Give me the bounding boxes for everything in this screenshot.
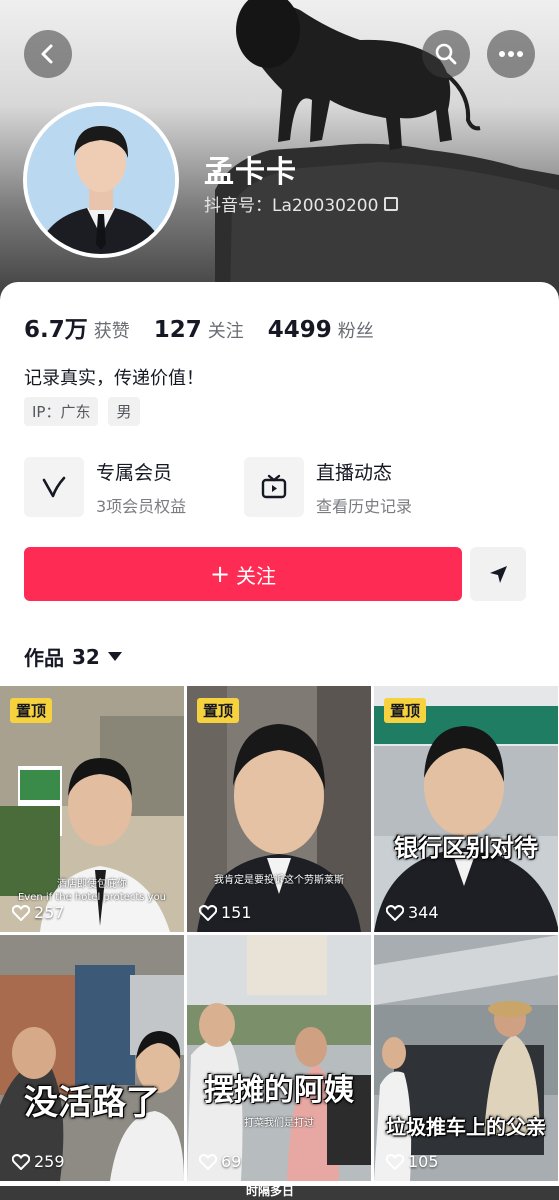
- video-tile[interactable]: 摆摊的阿姨 打菜我们是打过 69: [187, 935, 371, 1181]
- stat-value: 127: [153, 317, 202, 343]
- like-count: 344: [386, 903, 439, 922]
- video-overlay-title: 摆摊的阿姨: [204, 1073, 354, 1108]
- video-overlay-title: 银行区别对待: [394, 834, 538, 862]
- douyin-id-text: 抖音号：La20030200: [204, 196, 379, 216]
- send-arrow-icon: [490, 566, 507, 583]
- pinned-badge: 置顶: [10, 698, 53, 723]
- video-tile[interactable]: 置顶 银行区别对待 344: [374, 686, 558, 932]
- chevron-left-icon: [41, 44, 53, 64]
- works-tab[interactable]: 作品 32: [24, 642, 122, 671]
- stat-likes[interactable]: 6.7万 获赞: [24, 310, 130, 344]
- stat-value: 6.7万: [24, 317, 88, 343]
- works-label: 作品: [24, 646, 64, 670]
- stat-value: 4499: [267, 317, 332, 343]
- bio-text: 记录真实，传递价值！: [24, 368, 204, 389]
- back-button[interactable]: [24, 30, 72, 78]
- like-count-value: 69: [221, 1152, 242, 1171]
- v-member-icon: [24, 457, 84, 517]
- stat-label: 获赞: [93, 321, 130, 342]
- plus-icon: +: [209, 560, 231, 588]
- tv-play-icon: [244, 457, 304, 517]
- video-overlay-title: 垃圾推车上的父亲: [386, 1115, 546, 1139]
- like-count-value: 259: [34, 1152, 65, 1171]
- video-thumbnail: [187, 935, 371, 1181]
- member-entry-text: 专属会员 3项会员权益: [96, 458, 186, 517]
- like-count: 259: [12, 1152, 65, 1171]
- video-tile[interactable]: 置顶 酒店即使包庇你 Even if the hotel protects yo…: [0, 686, 184, 932]
- share-button[interactable]: [470, 547, 526, 601]
- video-tile[interactable]: 置顶 我肯定是要投诉这个劳斯莱斯 151: [187, 686, 371, 932]
- profile-tags: IP：广东 男: [24, 397, 140, 426]
- search-icon: [435, 43, 457, 65]
- follow-label: 关注: [236, 563, 277, 588]
- stat-label: 关注: [207, 321, 244, 342]
- more-button[interactable]: [487, 30, 535, 78]
- like-count: 257: [12, 903, 65, 922]
- stat-following[interactable]: 127 关注: [154, 317, 244, 343]
- follow-button[interactable]: + 关注: [24, 547, 462, 601]
- member-subtitle: 3项会员权益: [96, 496, 187, 516]
- stat-label: 粉丝: [337, 321, 374, 342]
- video-tile[interactable]: 垃圾推车上的父亲 105: [374, 935, 558, 1181]
- pinned-badge: 置顶: [197, 698, 240, 723]
- next-row-text: 时隔多日: [246, 1184, 295, 1198]
- v-member-icon-glyph: [42, 476, 66, 498]
- tv-play-icon-glyph: [261, 474, 287, 499]
- avatar-portrait-image: [27, 106, 175, 254]
- search-button[interactable]: [422, 30, 470, 78]
- video-subtitle: 我肯定是要投诉这个劳斯莱斯: [214, 875, 344, 886]
- profile-cover: 孟卡卡 抖音号：La20030200: [0, 0, 559, 300]
- stat-followers[interactable]: 4499 粉丝: [268, 317, 374, 343]
- like-count-value: 151: [221, 903, 252, 922]
- like-count: 151: [199, 903, 252, 922]
- live-history-entry[interactable]: 直播动态 查看历史记录: [244, 457, 412, 517]
- heart-outline-icon: [199, 904, 217, 921]
- video-subtitle: 打菜我们是打过: [244, 1118, 314, 1129]
- heart-outline-icon: [199, 1153, 217, 1170]
- video-overlay-title: 没活路了: [24, 1083, 160, 1123]
- heart-outline-icon: [386, 1153, 404, 1170]
- like-count-value: 257: [34, 903, 65, 922]
- like-count: 105: [386, 1152, 439, 1171]
- heart-outline-icon: [12, 904, 30, 921]
- nickname: 孟卡卡: [204, 155, 297, 190]
- ip-location-tag: IP：广东: [24, 397, 99, 426]
- heart-outline-icon: [12, 1153, 30, 1170]
- like-count-value: 344: [408, 903, 439, 922]
- video-subtitle: 酒店即使包庇你 Even if the hotel protects you: [17, 879, 167, 903]
- video-thumbnail: [0, 935, 184, 1181]
- member-title: 专属会员: [96, 461, 173, 484]
- works-count: 32: [72, 644, 100, 669]
- next-row-preview[interactable]: 时隔多日: [0, 1184, 559, 1200]
- heart-outline-icon: [386, 904, 404, 921]
- more-dots-icon: [499, 51, 523, 57]
- live-entry-text: 直播动态 查看历史记录: [316, 458, 412, 517]
- like-count: 69: [199, 1152, 241, 1171]
- stats-row: 6.7万 获赞 127 关注 4499 粉丝: [24, 310, 398, 344]
- caret-down-icon: [107, 652, 122, 661]
- douyin-id[interactable]: 抖音号：La20030200: [204, 191, 399, 216]
- video-tile[interactable]: 没活路了 259: [0, 935, 184, 1181]
- copy-icon[interactable]: [384, 196, 399, 211]
- live-subtitle: 查看历史记录: [316, 496, 413, 516]
- live-title: 直播动态: [316, 461, 393, 484]
- pinned-badge: 置顶: [384, 698, 427, 723]
- like-count-value: 105: [408, 1152, 439, 1171]
- gender-tag: 男: [108, 397, 140, 426]
- video-thumbnail: [374, 935, 558, 1181]
- avatar[interactable]: [23, 102, 179, 258]
- member-entry[interactable]: 专属会员 3项会员权益: [24, 457, 186, 517]
